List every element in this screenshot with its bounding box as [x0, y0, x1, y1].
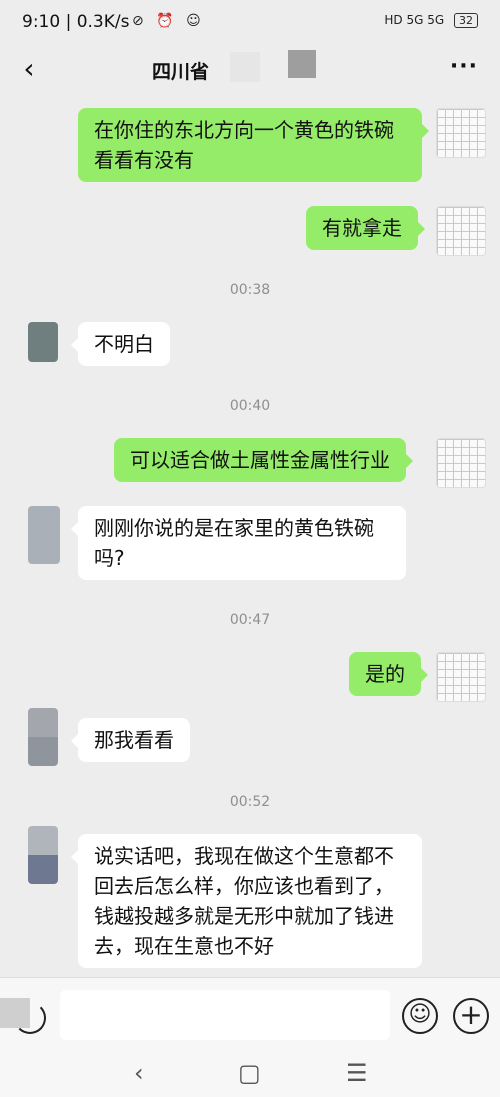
input-bar: ☺ +	[0, 977, 500, 1053]
message-bubble-outgoing[interactable]: 可以适合做土属性金属性行业	[114, 438, 413, 482]
contact-avatar[interactable]	[28, 506, 60, 564]
message-bubble-incoming[interactable]: 不明白	[71, 322, 170, 366]
status-icons: ⊘ ⏰ ☺	[132, 13, 205, 29]
chat-title: 四川省	[152, 61, 210, 83]
contact-avatar[interactable]	[28, 322, 58, 362]
network-indicator: HD 5G 5G	[384, 13, 445, 27]
system-back-button[interactable]: ‹	[134, 1059, 144, 1087]
back-button[interactable]: ‹	[14, 54, 44, 86]
message-bubble-incoming[interactable]: 刚刚你说的是在家里的黄色铁碗吗?	[71, 506, 406, 580]
my-avatar[interactable]	[436, 438, 486, 488]
status-time-speed: 9:10 | 0.3K/s	[22, 12, 130, 32]
message-bubble-outgoing[interactable]: 在你住的东北方向一个黄色的铁碗看看有没有	[78, 108, 429, 182]
emoji-button[interactable]: ☺	[402, 998, 438, 1034]
message-bubble-outgoing[interactable]: 是的	[349, 652, 428, 696]
system-menu-button[interactable]: ☰	[346, 1059, 368, 1087]
message-list[interactable]: 在你住的东北方向一个黄色的铁碗看看有没有 有就拿走 00:38 不明白 00:4…	[0, 96, 500, 976]
voice-input-button[interactable]	[0, 998, 46, 1036]
system-navigation-bar: ‹ ▢ ☰	[0, 1053, 500, 1097]
my-avatar[interactable]	[436, 206, 486, 256]
my-avatar[interactable]	[436, 108, 486, 158]
contact-avatar[interactable]	[28, 826, 58, 884]
message-bubble-outgoing[interactable]: 有就拿走	[306, 206, 425, 250]
timestamp: 00:52	[229, 794, 271, 810]
system-home-button[interactable]: ▢	[238, 1059, 261, 1087]
status-right: HD 5G 5G 32	[384, 13, 478, 28]
chat-header: ‹ 四川省 ···	[0, 44, 500, 96]
battery-icon: 32	[454, 13, 478, 28]
timestamp: 00:38	[229, 282, 271, 298]
redacted-title-block	[288, 50, 316, 78]
message-bubble-incoming[interactable]: 说实话吧，我现在做这个生意都不回去后怎么样，你应该也看到了，钱越投越多就是无形中…	[71, 834, 422, 968]
redacted-title-block	[230, 52, 260, 82]
message-input[interactable]	[60, 990, 390, 1040]
timestamp: 00:40	[229, 398, 271, 414]
contact-avatar[interactable]	[28, 708, 58, 766]
more-actions-button[interactable]: +	[453, 998, 489, 1034]
status-bar: 9:10 | 0.3K/s ⊘ ⏰ ☺ HD 5G 5G 32	[0, 0, 500, 44]
voice-icon	[14, 1002, 46, 1034]
timestamp: 00:47	[229, 612, 271, 628]
more-options-button[interactable]: ···	[450, 54, 478, 79]
message-bubble-incoming[interactable]: 那我看看	[71, 718, 190, 762]
my-avatar[interactable]	[436, 652, 486, 702]
